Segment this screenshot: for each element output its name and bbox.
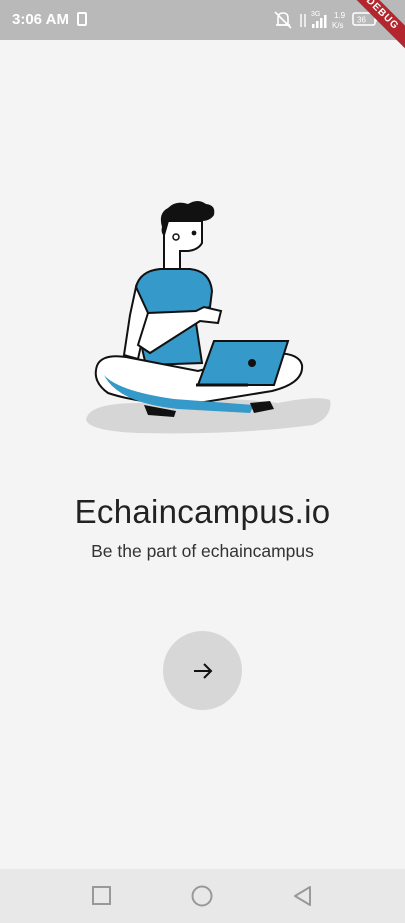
recent-apps-icon[interactable] (89, 883, 115, 909)
arrow-right-icon (193, 662, 212, 679)
status-bar: 3:06 AM 3G 1.9 K/s 36 DEBUG (0, 0, 405, 52)
face (163, 220, 203, 270)
home-icon[interactable] (189, 883, 215, 909)
network-type-label: 3G (311, 11, 320, 18)
laptop (196, 340, 290, 386)
speed-value: 1.9 (334, 11, 346, 20)
next-button[interactable] (163, 631, 242, 710)
system-nav-bar (0, 869, 405, 923)
back-icon[interactable] (290, 883, 316, 909)
speed-unit: K/s (332, 21, 344, 30)
app-title: Echaincampus.io (74, 493, 331, 530)
app-subtitle: Be the part of echaincampus (91, 541, 314, 561)
status-time: 3:06 AM (12, 11, 69, 28)
hero-illustration (78, 195, 333, 440)
notification-icon (77, 12, 87, 26)
battery-level: 36 (357, 16, 366, 25)
data-arrows-icon (300, 14, 306, 27)
mute-icon (274, 11, 292, 29)
